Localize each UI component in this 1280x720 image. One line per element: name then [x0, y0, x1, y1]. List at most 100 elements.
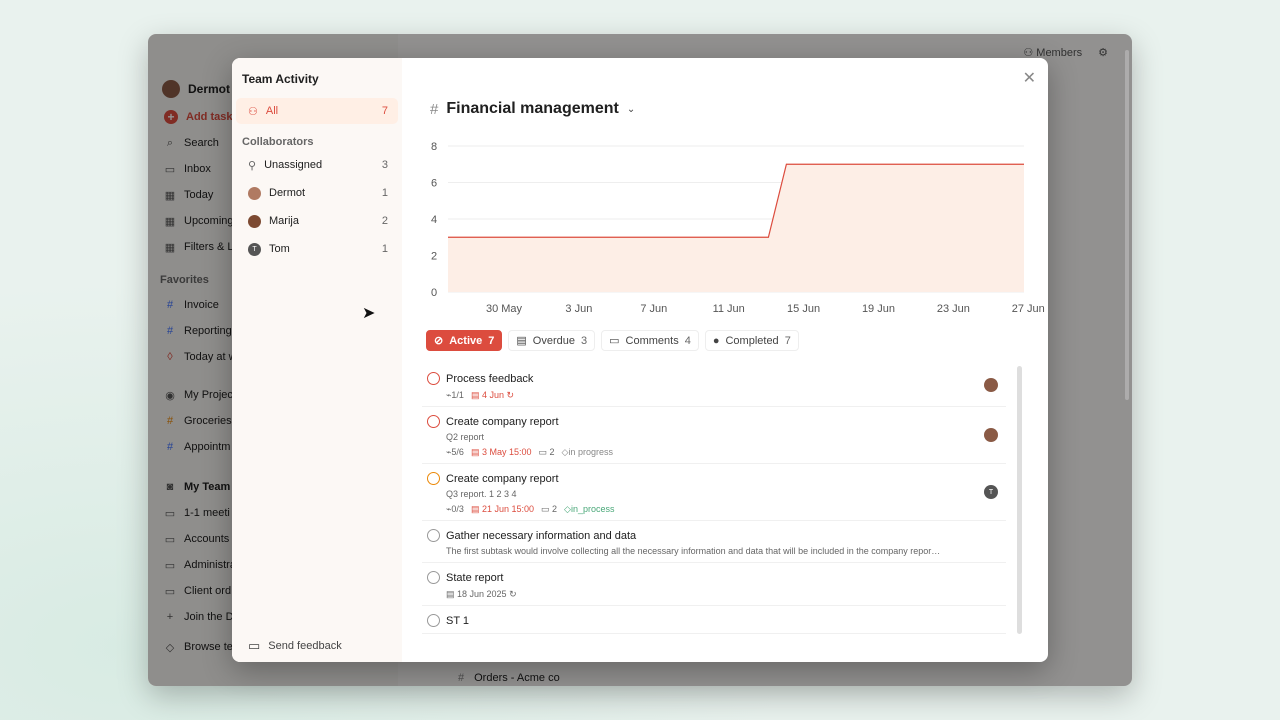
due-date: ▤ 18 Jun 2025 ↻ [446, 589, 517, 599]
tab-comments[interactable]: ▭ Comments 4 [601, 330, 699, 351]
project-title: Financial management [446, 100, 619, 117]
filter-count: 1 [381, 243, 388, 255]
task-row[interactable]: Process feedback ⌁1/1 ▤ 4 Jun ↻ [422, 364, 1006, 407]
due-date-text: 3 May 15:00 [481, 447, 532, 457]
subtask-count: 5/6 [451, 447, 464, 457]
subtask-count: 1/1 [451, 390, 464, 400]
check-circle-icon: ⊘ [434, 335, 444, 347]
people-icon: ⚇ [248, 105, 258, 118]
recurring-icon: ↻ [509, 589, 517, 599]
hash-icon: # [430, 100, 439, 118]
due-date: ▤ 4 Jun ↻ [470, 390, 515, 400]
tab-overdue[interactable]: ▤ Overdue 3 [508, 330, 596, 351]
task-description: Q2 report [446, 432, 485, 442]
activity-filter-panel: Team Activity ⚇ All 7 Collaborators ⚲ Un… [232, 58, 402, 662]
filter-tom[interactable]: T Tom 1 [236, 236, 398, 262]
modal-title: Team Activity [242, 72, 319, 86]
subtask-icon: ⌁5/6 [446, 447, 464, 457]
comment-icon: ▭ 2 [541, 504, 558, 514]
filter-count: 1 [381, 187, 388, 199]
activity-chart: 0 2 4 6 8 30 May 3 Jun 7 Jun 11 Jun 15 Jun 19 Jun 2… [420, 140, 1045, 316]
calendar-icon: ▤ [516, 335, 527, 347]
comment-count: 2 [552, 504, 558, 514]
subtask-count: 0/3 [451, 504, 464, 514]
filter-label: Marija [269, 215, 299, 227]
tab-count: 7 [784, 334, 791, 347]
task-checkbox[interactable] [427, 614, 440, 627]
x-tick-label: 30 May [486, 303, 523, 315]
task-meta: ⌁0/3 ▤ 21 Jun 15:00 ▭ 2 ◇in_process [446, 504, 1006, 515]
task-description: Q3 report. 1 2 3 4 [446, 489, 517, 499]
due-date: ▤ 21 Jun 15:00 [470, 504, 534, 514]
task-checkbox[interactable] [427, 415, 440, 428]
check-filled-icon: ● [712, 334, 720, 347]
task-name: State report [446, 572, 504, 584]
tab-count: 4 [684, 334, 691, 347]
task-name: ST 1 [446, 615, 470, 627]
x-tick-label: 7 Jun [640, 303, 667, 315]
y-tick-label: 4 [431, 214, 437, 226]
task-name: Create company report [446, 473, 559, 485]
task-meta: ▤ 18 Jun 2025 ↻ [446, 589, 1006, 600]
task-checkbox[interactable] [427, 529, 440, 542]
task-name: Create company report [446, 416, 559, 428]
label-tag: ◇in_process [564, 504, 615, 514]
task-description: The first subtask would involve collecti… [446, 546, 941, 556]
x-tick-label: 3 Jun [565, 303, 592, 315]
assignee-avatar: T [984, 485, 998, 499]
chat-icon: ▭ [248, 638, 261, 653]
due-date-text: 4 Jun [481, 390, 504, 400]
tab-label: Completed [725, 334, 779, 347]
filter-unassigned[interactable]: ⚲ Unassigned 3 [236, 152, 398, 178]
filter-count: 2 [381, 215, 388, 227]
tab-label: Overdue [532, 334, 575, 347]
x-tick-label: 15 Jun [787, 303, 820, 315]
app-scrollbar[interactable] [1125, 50, 1129, 400]
filter-all[interactable]: ⚇ All 7 [236, 98, 398, 124]
filter-dermot[interactable]: Dermot 1 [236, 180, 398, 206]
x-tick-label: 27 Jun [1012, 303, 1045, 315]
filter-marija[interactable]: Marija 2 [236, 208, 398, 234]
filter-label: Unassigned [264, 159, 323, 171]
filter-count: 7 [381, 105, 388, 117]
close-icon[interactable]: ✕ [1023, 68, 1036, 88]
comment-icon: ▭ 2 [538, 447, 555, 457]
x-tick-label: 11 Jun [713, 303, 745, 315]
send-feedback-label: Send feedback [268, 640, 342, 652]
task-checkbox[interactable] [427, 372, 440, 385]
avatar [248, 186, 261, 200]
send-feedback-button[interactable]: ▭ Send feedback [248, 638, 342, 654]
tab-count: 7 [488, 334, 495, 347]
chevron-down-icon: ⌄ [626, 103, 636, 115]
label-text: in progress [568, 447, 613, 457]
label-tag: ◇in progress [561, 447, 613, 457]
task-row[interactable]: Gather necessary information and data Th… [422, 521, 1006, 563]
tab-active[interactable]: ⊘ Active 7 [426, 330, 503, 351]
due-date-text: 21 Jun 15:00 [481, 504, 534, 514]
label-text: in_process [570, 504, 615, 514]
avatar [248, 214, 261, 228]
task-row[interactable]: ST 1 [422, 606, 1006, 634]
filter-label: All [265, 105, 279, 117]
assignee-avatar [984, 378, 998, 392]
collaborators-heading: Collaborators [242, 136, 314, 148]
assignee-avatar [984, 428, 998, 442]
y-tick-label: 8 [431, 141, 437, 153]
task-meta: ⌁5/6 ▤ 3 May 15:00 ▭ 2 ◇in progress [446, 447, 1006, 458]
filter-label: Tom [269, 243, 290, 255]
due-date: ▤ 3 May 15:00 [470, 447, 532, 457]
task-checkbox[interactable] [427, 472, 440, 485]
recurring-icon: ↻ [506, 390, 515, 400]
avatar: T [248, 242, 261, 256]
project-selector[interactable]: # Financial management ⌄ [430, 100, 635, 118]
tab-completed[interactable]: ● Completed 7 [704, 330, 799, 351]
task-row[interactable]: Create company report Q2 report ⌁5/6 ▤ 3… [422, 407, 1006, 464]
task-row[interactable]: Create company report Q3 report. 1 2 3 4… [422, 464, 1006, 521]
task-list-scrollbar[interactable] [1017, 366, 1022, 634]
subtask-icon: ⌁0/3 [446, 504, 464, 514]
person-icon: ⚲ [248, 159, 257, 172]
comment-icon: ▭ [609, 335, 620, 347]
due-date-text: 18 Jun 2025 [457, 589, 507, 599]
task-checkbox[interactable] [427, 571, 440, 584]
task-row[interactable]: State report ▤ 18 Jun 2025 ↻ [422, 563, 1006, 606]
